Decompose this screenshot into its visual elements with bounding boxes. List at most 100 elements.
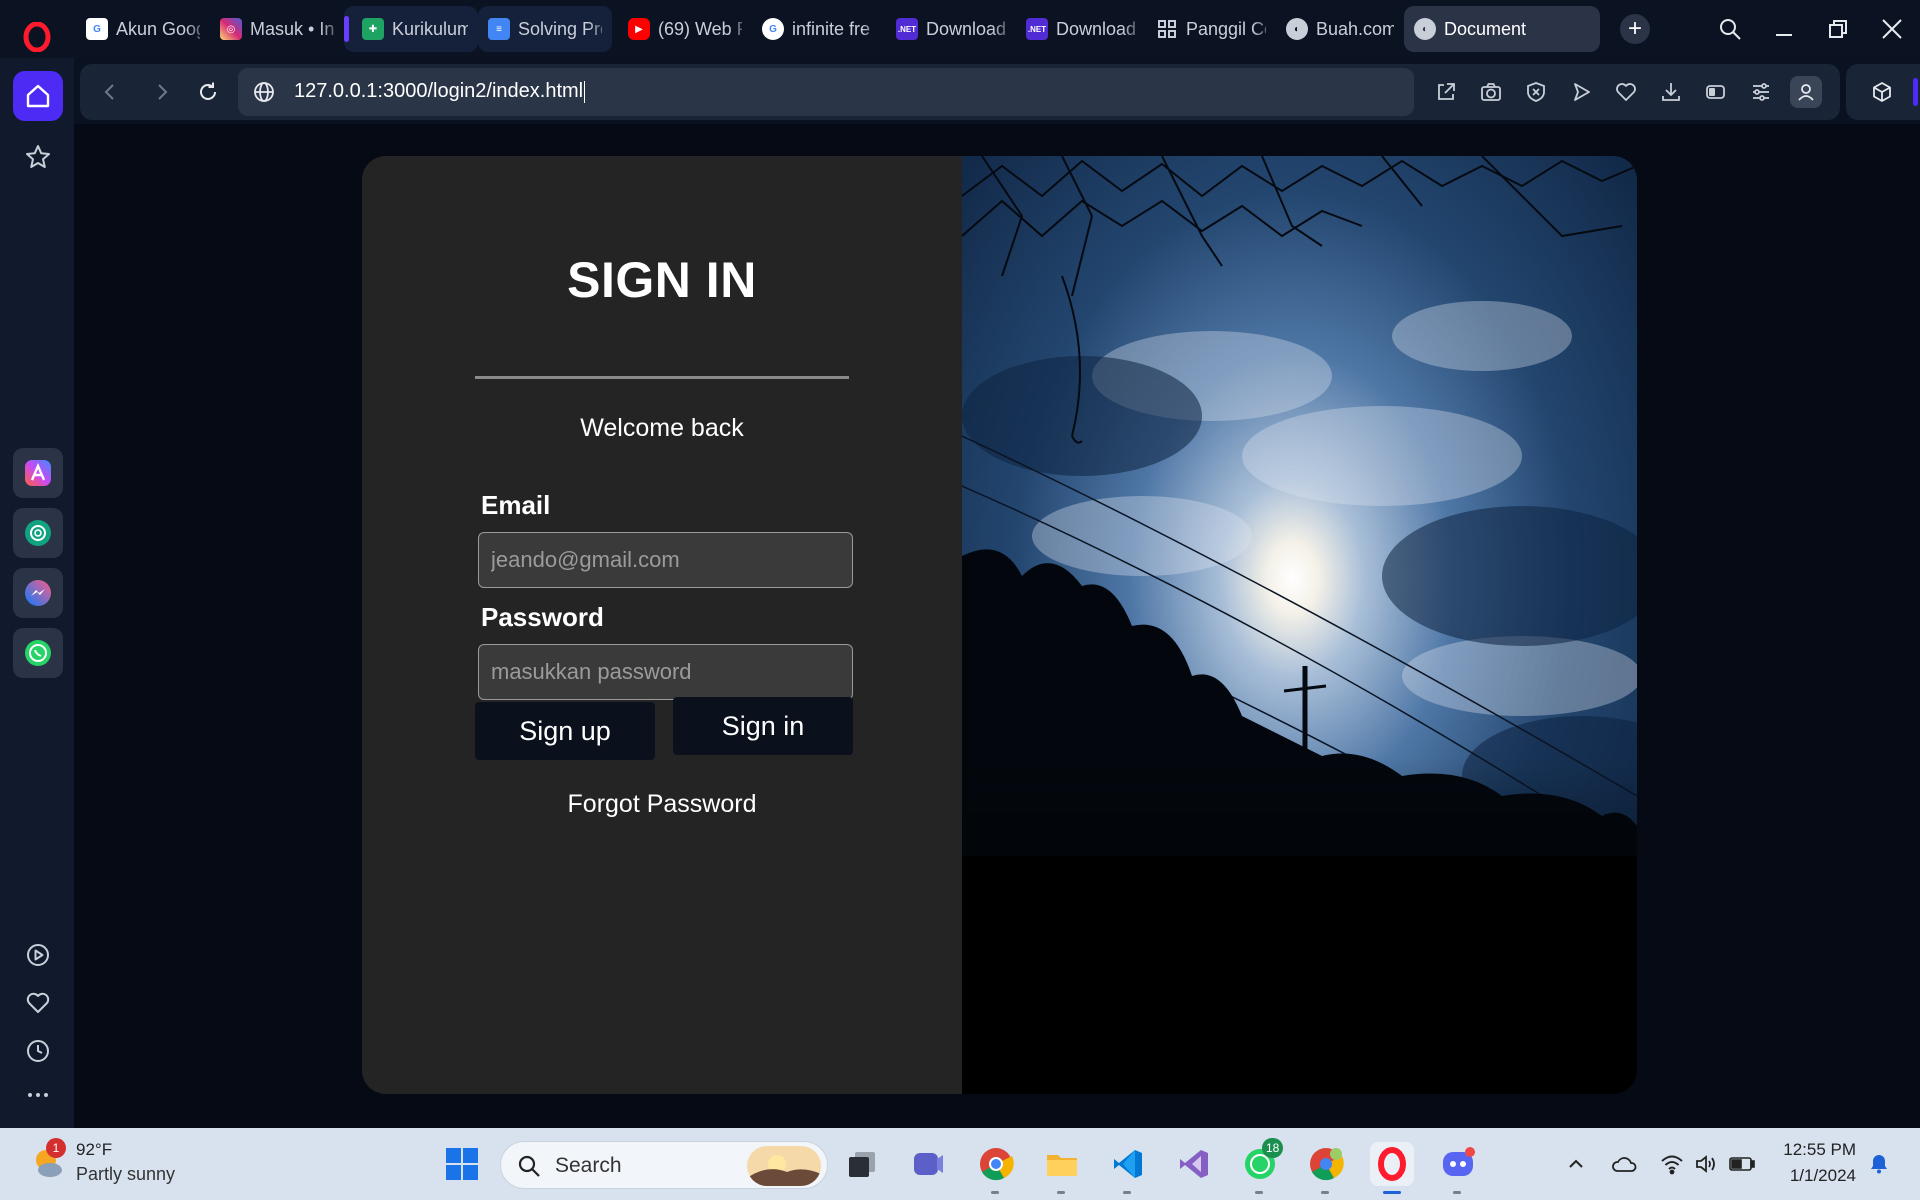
tab-instagram[interactable]: ◎ Masuk • In: [210, 6, 344, 52]
weather-description: Partly sunny: [76, 1164, 176, 1184]
sky-photo: [962, 156, 1637, 1094]
forward-arrow-icon[interactable]: [144, 74, 180, 110]
opera-taskbar-icon[interactable]: [1370, 1142, 1414, 1194]
more-dots-icon[interactable]: [13, 1070, 63, 1120]
minimize-icon[interactable]: [1764, 10, 1804, 48]
adblock-shield-icon[interactable]: [1520, 76, 1552, 108]
search-icon: [517, 1154, 541, 1183]
windows-start-icon[interactable]: [440, 1142, 484, 1186]
send-arrow-icon[interactable]: [1565, 76, 1597, 108]
running-indicator: [991, 1191, 999, 1194]
visual-studio-icon[interactable]: [1172, 1142, 1216, 1186]
opera-sidebar: [0, 58, 74, 1128]
youtube-icon: ▶: [628, 18, 650, 40]
search-label: Search: [555, 1154, 622, 1177]
volume-speaker-icon[interactable]: [1692, 1150, 1720, 1178]
taskbar-clock-time[interactable]: 12:55 PM: [1778, 1140, 1856, 1160]
globe-icon: ◐: [1414, 18, 1436, 40]
page-title: SIGN IN: [567, 252, 757, 308]
home-icon[interactable]: [13, 71, 63, 121]
messenger-icon[interactable]: [13, 568, 63, 618]
reload-icon[interactable]: [190, 74, 226, 110]
chatgpt-icon[interactable]: [13, 508, 63, 558]
google-icon: G: [86, 18, 108, 40]
extensions-cube-icon[interactable]: [1866, 76, 1898, 108]
grid-icon: [1156, 18, 1178, 40]
bookmarks-star-icon[interactable]: [13, 132, 63, 182]
new-tab-button[interactable]: +: [1620, 14, 1650, 44]
password-field[interactable]: [478, 644, 853, 700]
whatsapp-icon[interactable]: [13, 628, 63, 678]
battery-icon[interactable]: [1728, 1150, 1756, 1178]
tab-panggil[interactable]: Panggil Ce: [1146, 6, 1276, 52]
taskbar-search-box[interactable]: Search: [500, 1141, 828, 1189]
extensions-area: [1846, 64, 1920, 120]
login-form-panel: SIGN IN Welcome back Email Password Sign…: [362, 156, 962, 1094]
wifi-icon[interactable]: [1658, 1150, 1686, 1178]
tab-label: Document: [1444, 18, 1527, 39]
opera-logo-icon[interactable]: [18, 18, 56, 56]
google-icon: G: [762, 18, 784, 40]
tab-download-2[interactable]: .NET Download: [1016, 6, 1146, 52]
tab-kurikulum[interactable]: ✚ Kurikulum: [344, 6, 478, 52]
sign-up-button[interactable]: Sign up: [475, 702, 655, 760]
notification-bell-icon[interactable]: [1865, 1150, 1893, 1178]
whatsapp-taskbar-icon[interactable]: 18: [1238, 1138, 1284, 1194]
tab-document[interactable]: ◐ Document: [1404, 6, 1600, 52]
page-viewport: SIGN IN Welcome back Email Password Sign…: [74, 124, 1920, 1128]
running-indicator: [1057, 1191, 1065, 1194]
dotnet-icon: .NET: [1026, 18, 1048, 40]
instagram-icon: ◎: [220, 18, 242, 40]
profile-avatar-icon[interactable]: [1790, 76, 1822, 108]
docs-icon: ≡: [488, 18, 510, 40]
sign-in-button[interactable]: Sign in: [673, 697, 853, 755]
tab-buah[interactable]: ◐ Buah.com: [1276, 6, 1404, 52]
discord-icon[interactable]: [1436, 1142, 1480, 1194]
forgot-password-link[interactable]: Forgot Password: [362, 790, 962, 819]
snapshot-camera-icon[interactable]: [1475, 76, 1507, 108]
battery-saver-icon[interactable]: [1700, 76, 1732, 108]
show-hidden-icons-chevron-icon[interactable]: [1562, 1150, 1590, 1178]
share-icon[interactable]: [1430, 76, 1462, 108]
aria-ai-icon[interactable]: [13, 448, 63, 498]
onedrive-cloud-icon[interactable]: [1610, 1150, 1638, 1178]
globe-icon: ◐: [1286, 18, 1308, 40]
tab-solving-problem[interactable]: ≡ Solving Pro: [478, 6, 612, 52]
tab-group-indicator: [344, 16, 349, 42]
chrome-profile-icon[interactable]: [1304, 1142, 1348, 1194]
browser-toolbar: 127.0.0.1:3000/login2/index.html: [80, 64, 1840, 120]
taskbar-clock-date[interactable]: 1/1/2024: [1778, 1166, 1856, 1186]
player-icon[interactable]: [13, 930, 63, 980]
running-indicator: [1383, 1191, 1401, 1194]
file-explorer-icon[interactable]: [1040, 1142, 1084, 1194]
task-view-icon[interactable]: [840, 1142, 884, 1186]
email-field[interactable]: [478, 532, 853, 588]
tab-download-1[interactable]: .NET Download: [886, 6, 1016, 52]
tab-akun-google[interactable]: G Akun Goog: [76, 6, 210, 52]
address-bar[interactable]: 127.0.0.1:3000/login2/index.html: [238, 68, 1414, 116]
tab-infinite-free[interactable]: G infinite fre: [752, 6, 886, 52]
tab-youtube[interactable]: ▶ (69) Web P: [618, 6, 752, 52]
weather-sun-icon[interactable]: 1: [26, 1138, 66, 1182]
site-info-globe-icon[interactable]: [252, 80, 276, 109]
running-indicator: [1255, 1191, 1263, 1194]
tab-list: G Akun Goog ◎ Masuk • In ✚ Kurikulum ≡ S…: [76, 6, 1600, 52]
chrome-icon[interactable]: [974, 1142, 1018, 1194]
history-clock-icon[interactable]: [13, 1026, 63, 1076]
back-arrow-icon[interactable]: [92, 74, 128, 110]
email-label: Email: [481, 490, 551, 520]
favorite-heart-icon[interactable]: [1610, 76, 1642, 108]
whatsapp-unread-badge: 18: [1262, 1138, 1284, 1158]
vscode-icon[interactable]: [1106, 1142, 1150, 1194]
running-indicator: [1123, 1191, 1131, 1194]
url-text[interactable]: 127.0.0.1:3000/login2/index.html: [294, 80, 586, 103]
search-tabs-icon[interactable]: [1710, 10, 1750, 48]
restore-icon[interactable]: [1818, 10, 1858, 48]
close-window-icon[interactable]: [1872, 10, 1912, 48]
heart-icon[interactable]: [13, 978, 63, 1028]
easy-setup-sliders-icon[interactable]: [1745, 76, 1777, 108]
dotnet-icon: .NET: [896, 18, 918, 40]
download-icon[interactable]: [1655, 76, 1687, 108]
teams-meet-icon[interactable]: [906, 1142, 950, 1186]
weather-notification-badge: 1: [46, 1138, 66, 1158]
